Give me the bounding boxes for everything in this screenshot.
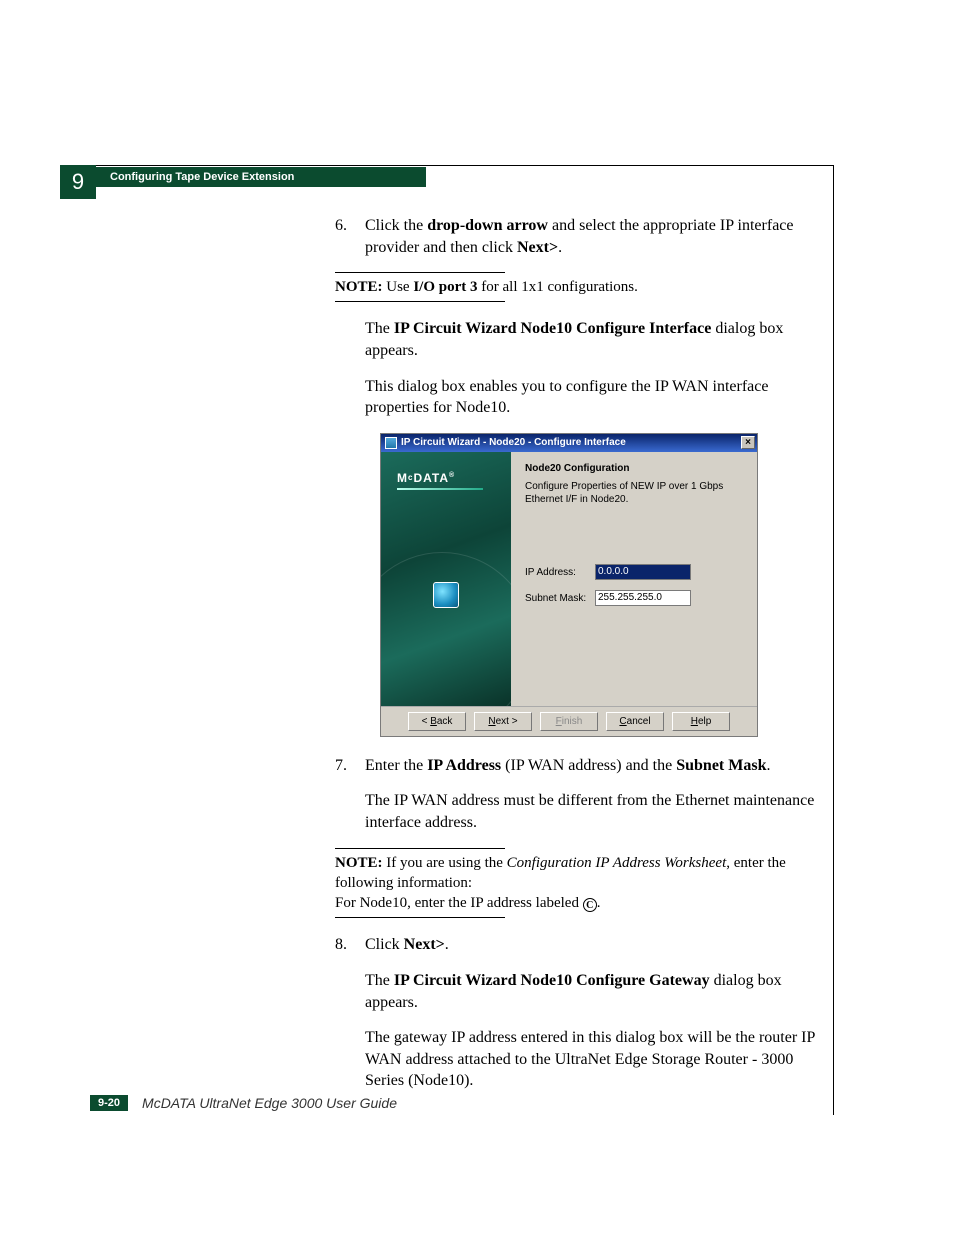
text: . — [766, 757, 770, 774]
text: for all 1x1 configurations. — [478, 279, 638, 295]
brand-logo: McDATA® — [381, 452, 511, 486]
dialog-description: Configure Properties of NEW IP over 1 Gb… — [525, 481, 743, 506]
text: For Node10, enter the IP address labeled — [335, 895, 583, 911]
app-icon — [385, 437, 397, 449]
dialog-sidebar: McDATA® — [381, 452, 511, 706]
brand-underline — [397, 488, 483, 490]
text: Click — [365, 936, 404, 953]
page-number: 9-20 — [90, 1095, 128, 1111]
page-footer: 9-20 McDATA UltraNet Edge 3000 User Guid… — [90, 1095, 397, 1111]
step-number: 7. — [335, 755, 361, 777]
wizard-icon — [433, 582, 459, 608]
brand-c: c — [408, 473, 413, 482]
paragraph: The IP Circuit Wizard Node10 Configure I… — [365, 318, 819, 361]
note-block-2: NOTE: If you are using the Configuration… — [335, 848, 819, 919]
circled-c-icon: C — [583, 898, 597, 912]
term-io-port-3: I/O port 3 — [413, 279, 477, 295]
close-icon[interactable]: × — [741, 436, 755, 449]
dialog-screenshot: IP Circuit Wizard - Node20 - Configure I… — [380, 433, 758, 737]
ip-address-label: IP Address: — [525, 566, 595, 580]
paragraph: The IP Circuit Wizard Node10 Configure G… — [365, 970, 819, 1013]
step-number: 6. — [335, 215, 361, 237]
section-title: Configuring Tape Device Extension — [96, 167, 426, 187]
note-rule — [335, 301, 505, 302]
dialog-name: IP Circuit Wizard Node10 Configure Gatew… — [394, 972, 710, 989]
term-next: Next> — [517, 239, 558, 256]
finish-button[interactable]: Finish — [540, 712, 598, 731]
text: If you are using the — [383, 855, 507, 871]
note-rule — [335, 917, 505, 918]
dialog-name: IP Circuit Wizard Node10 Configure Inter… — [394, 320, 711, 337]
text: Enter the — [365, 757, 427, 774]
worksheet-name: Configuration IP Address Worksheet — [507, 855, 727, 871]
paragraph: The gateway IP address entered in this d… — [365, 1027, 819, 1092]
note-label: NOTE: — [335, 279, 383, 295]
back-button[interactable]: < Back — [408, 712, 466, 731]
subnet-mask-input[interactable]: 255.255.255.0 — [595, 590, 691, 606]
step-6: 6. Click the drop-down arrow and select … — [335, 215, 819, 258]
text: The — [365, 972, 394, 989]
note-rule — [335, 848, 505, 849]
text: Click the — [365, 217, 427, 234]
next-button[interactable]: Next > — [474, 712, 532, 731]
help-button[interactable]: Help — [672, 712, 730, 731]
subnet-mask-label: Subnet Mask: — [525, 592, 595, 606]
text: . — [558, 239, 562, 256]
cancel-button[interactable]: Cancel — [606, 712, 664, 731]
dialog-content: Node20 Configuration Configure Propertie… — [511, 452, 757, 706]
step-7: 7. Enter the IP Address (IP WAN address)… — [335, 755, 819, 777]
ip-address-input[interactable]: 0.0.0.0 — [595, 564, 691, 580]
term-next: Next> — [404, 936, 445, 953]
note-rule — [335, 272, 505, 273]
text: Use — [383, 279, 414, 295]
paragraph: This dialog box enables you to configure… — [365, 376, 819, 419]
chapter-number-tab: 9 — [60, 165, 96, 201]
step-number: 8. — [335, 934, 361, 956]
text: . — [597, 895, 601, 911]
text: (IP WAN address) and the — [501, 757, 676, 774]
dialog-footer: < Back Next > Finish Cancel Help — [381, 706, 757, 736]
body-content: 6. Click the drop-down arrow and select … — [335, 215, 819, 1106]
step-8: 8. Click Next>. — [335, 934, 819, 956]
term-dropdown-arrow: drop-down arrow — [427, 217, 548, 234]
text: . — [445, 936, 449, 953]
note-label: NOTE: — [335, 855, 383, 871]
text: The — [365, 320, 394, 337]
guide-title: McDATA UltraNet Edge 3000 User Guide — [142, 1095, 397, 1111]
note-block-1: NOTE: Use I/O port 3 for all 1x1 configu… — [335, 272, 819, 302]
dialog-titlebar: IP Circuit Wizard - Node20 - Configure I… — [381, 434, 757, 452]
dialog-title: IP Circuit Wizard - Node20 - Configure I… — [401, 436, 626, 450]
term-ip-address: IP Address — [427, 757, 501, 774]
dialog-heading: Node20 Configuration — [525, 462, 743, 476]
term-subnet-mask: Subnet Mask — [676, 757, 766, 774]
paragraph: The IP WAN address must be different fro… — [365, 790, 819, 833]
